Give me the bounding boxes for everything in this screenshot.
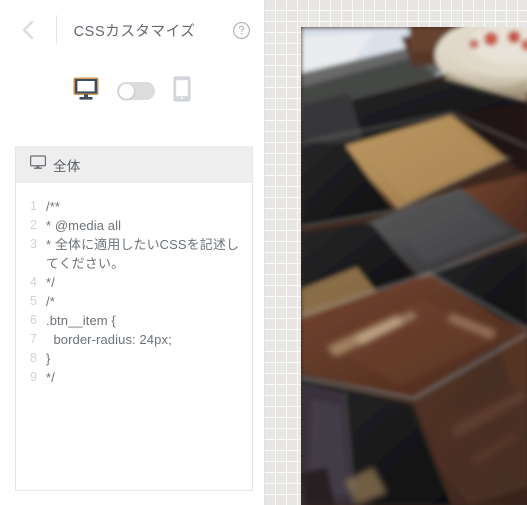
code-line: 6 .btn__item { [16,311,252,330]
code-text: */ [46,275,55,290]
line-number: 1 [30,199,37,213]
help-button[interactable] [218,0,264,60]
line-number: 7 [30,332,37,346]
line-number: 2 [30,218,37,232]
line-number: 5 [30,294,37,308]
code-line: 4 */ [16,273,252,292]
app-root: CSSカスタマイズ 全体 1 /** 2 * @media all 3 * 全体… [0,0,527,505]
preview-panel[interactable] [264,0,527,505]
desktop-monitor-icon [29,154,47,175]
back-button[interactable] [0,0,56,60]
code-text: border-radius: 24px; [46,332,172,347]
line-number: 4 [30,275,37,289]
code-line: 1 /** [16,197,252,216]
line-number: 9 [30,370,37,384]
line-number: 6 [30,313,37,327]
chevron-left-icon [21,19,35,41]
code-line: 9 */ [16,368,252,387]
help-circle-icon [232,21,251,40]
page-title: CSSカスタマイズ [73,23,196,40]
line-number: 3 [30,237,37,251]
code-text: */ [46,370,55,385]
code-text: .btn__item { [46,313,116,328]
code-line: 2 * @media all [16,216,252,235]
device-toggle-row [0,60,264,122]
code-line: 8 } [16,349,252,368]
code-line: 7 border-radius: 24px; [16,330,252,349]
css-editor-card: 全体 1 /** 2 * @media all 3 * 全体に適用したいCSSを… [15,146,253,491]
line-number: 8 [30,351,37,365]
code-text: /** [46,199,61,214]
css-customize-panel: CSSカスタマイズ 全体 1 /** 2 * @media all 3 * 全体… [0,0,264,505]
code-text: * @media all [46,218,122,233]
device-preview-switch[interactable] [117,82,155,100]
switch-knob [118,83,134,99]
panel-header: CSSカスタマイズ [0,0,264,60]
code-text: * 全体に適用したいCSSを記述してください。 [46,237,240,271]
code-editor-body[interactable]: 1 /** 2 * @media all 3 * 全体に適用したいCSSを記述し… [16,183,252,490]
editor-section-label: 全体 [53,158,81,174]
code-line: 3 * 全体に適用したいCSSを記述してください。 [16,235,252,273]
code-line: 5 /* [16,292,252,311]
desktop-monitor-icon[interactable] [73,76,99,106]
mobile-phone-icon[interactable] [173,76,191,107]
code-text: } [46,351,51,366]
code-text: /* [46,294,55,309]
editor-section-header: 全体 [16,146,252,183]
floor-tiles-photo [301,27,527,505]
